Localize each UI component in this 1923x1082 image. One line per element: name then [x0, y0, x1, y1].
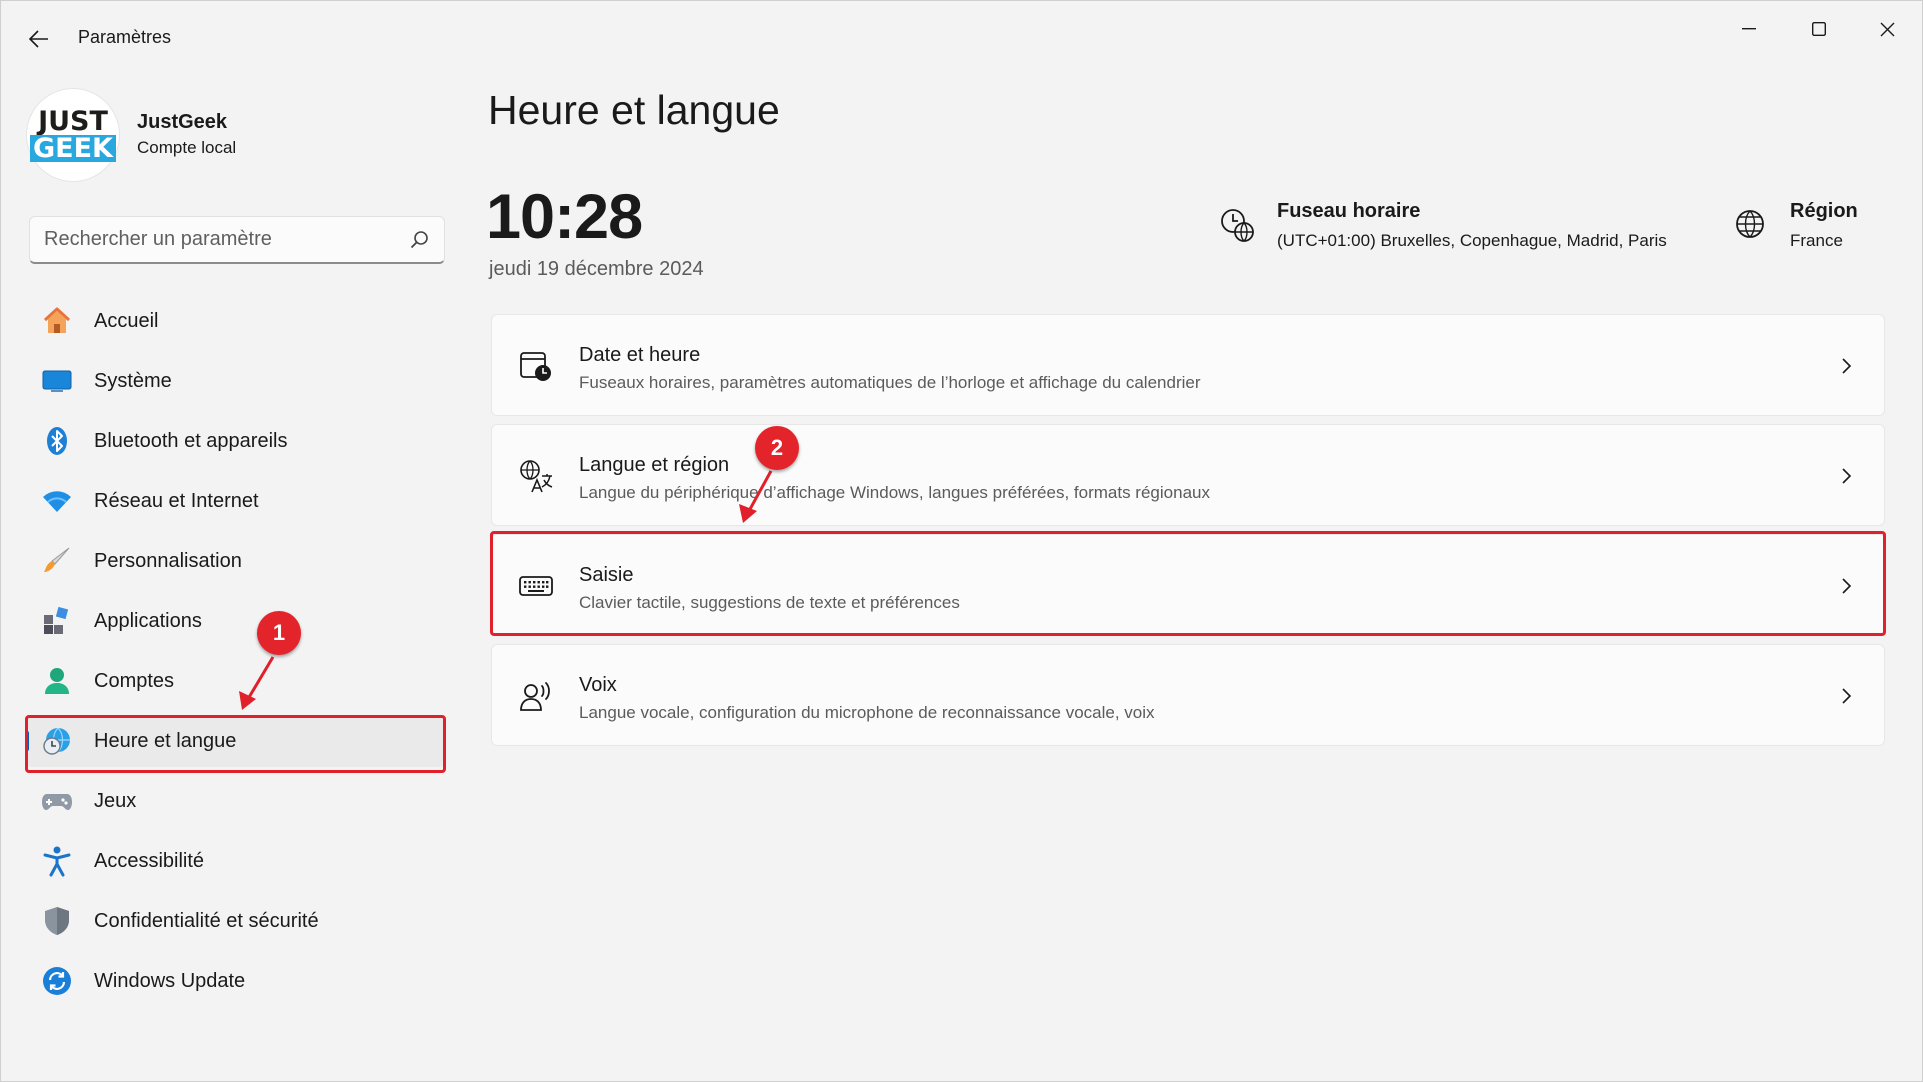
avatar[interactable]: JUST GEEK	[27, 89, 119, 181]
close-icon	[1880, 22, 1894, 36]
back-button[interactable]	[21, 21, 57, 57]
sidebar-item-label: Accessibilité	[94, 849, 205, 872]
shield-icon	[41, 905, 73, 937]
card-title: Langue et région	[579, 454, 730, 476]
bluetooth-icon	[41, 425, 73, 457]
region-value: France	[1790, 231, 1843, 250]
page-title: Heure et langue	[488, 87, 780, 133]
minimize-button[interactable]	[1721, 11, 1777, 47]
annotation-badge-2: 2	[755, 426, 799, 470]
highlight-card-saisie	[490, 531, 1886, 636]
card-subtitle: Langue vocale, configuration du micropho…	[579, 703, 1155, 722]
timezone-icon	[1221, 209, 1254, 242]
region-globe-icon	[1736, 210, 1764, 238]
sidebar-item-reseau[interactable]: Réseau et Internet	[25, 475, 445, 527]
card-title: Date et heure	[579, 344, 701, 366]
timezone-title: Fuseau horaire	[1277, 200, 1421, 222]
sidebar-item-label: Réseau et Internet	[94, 489, 259, 512]
card-title: Voix	[579, 674, 617, 696]
search-box	[29, 216, 445, 264]
language-icon	[520, 460, 553, 493]
sidebar-item-accessibilite[interactable]: Accessibilité	[25, 835, 445, 887]
highlight-sidebar-heure-et-langue	[25, 715, 446, 773]
profile-name: JustGeek	[137, 111, 228, 133]
card-langue-et-region[interactable]: Langue et région Langue du périphérique …	[491, 424, 1885, 526]
sidebar-item-jeux[interactable]: Jeux	[25, 775, 445, 827]
back-arrow-icon	[29, 30, 48, 48]
close-button[interactable]	[1859, 11, 1915, 47]
sidebar-item-label: Personnalisation	[94, 549, 242, 572]
minimize-icon	[1742, 28, 1756, 30]
sidebar-item-bluetooth[interactable]: Bluetooth et appareils	[25, 415, 445, 467]
sidebar-item-comptes[interactable]: Comptes	[25, 655, 445, 707]
gamepad-icon	[41, 785, 73, 817]
card-subtitle: Langue du périphérique d’affichage Windo…	[579, 483, 1210, 502]
logo-top-text: JUST	[38, 106, 108, 137]
accessibility-icon	[41, 845, 73, 877]
chevron-right-icon	[1842, 688, 1852, 704]
sidebar-item-label: Système	[94, 369, 172, 392]
timezone-value: (UTC+01:00) Bruxelles, Copenhague, Madri…	[1277, 231, 1667, 250]
voice-icon	[520, 682, 550, 711]
region-title: Région	[1790, 200, 1858, 222]
title-bar: Paramètres	[1, 1, 1922, 75]
logo-bottom-text: GEEK	[30, 135, 116, 162]
sidebar-item-personnalisation[interactable]: Personnalisation	[25, 535, 445, 587]
system-icon	[41, 365, 73, 397]
sidebar-item-systeme[interactable]: Système	[25, 355, 445, 407]
sidebar-item-accueil[interactable]: Accueil	[25, 295, 445, 347]
sidebar-item-windows-update[interactable]: Windows Update	[25, 955, 445, 1007]
chevron-right-icon	[1842, 468, 1852, 484]
settings-window: Paramètres JUST GEEK JustGeek Compte loc…	[0, 0, 1923, 1082]
sidebar-item-applications[interactable]: Applications	[25, 595, 445, 647]
search-icon[interactable]	[410, 230, 430, 250]
app-title: Paramètres	[78, 27, 172, 47]
sidebar-item-confidentialite[interactable]: Confidentialité et sécurité	[25, 895, 445, 947]
sidebar-item-label: Windows Update	[94, 969, 246, 992]
card-subtitle: Fuseaux horaires, paramètres automatique…	[579, 373, 1201, 392]
home-icon	[41, 305, 73, 337]
maximize-button[interactable]	[1791, 11, 1847, 47]
current-date: jeudi 19 décembre 2024	[489, 258, 704, 280]
annotation-badge-1: 1	[257, 611, 301, 655]
chevron-right-icon	[1842, 358, 1852, 374]
sidebar-item-label: Comptes	[94, 669, 175, 692]
card-voix[interactable]: Voix Langue vocale, configuration du mic…	[491, 644, 1885, 746]
current-time: 10:28	[486, 182, 643, 252]
sidebar-item-label: Jeux	[94, 789, 137, 812]
search-input[interactable]	[44, 217, 404, 261]
sidebar-nav: Accueil Système Bluetooth et appareils R…	[25, 295, 445, 1015]
brush-icon	[41, 545, 73, 577]
apps-icon	[41, 605, 73, 637]
sidebar-item-label: Bluetooth et appareils	[94, 429, 288, 452]
profile-account-type: Compte local	[137, 138, 237, 157]
update-icon	[41, 965, 73, 997]
card-date-et-heure[interactable]: Date et heure Fuseaux horaires, paramètr…	[491, 314, 1885, 416]
maximize-icon	[1812, 22, 1826, 36]
account-icon	[41, 665, 73, 697]
calendar-clock-icon	[520, 352, 551, 381]
sidebar-item-label: Applications	[94, 609, 202, 632]
sidebar-item-label: Confidentialité et sécurité	[94, 909, 319, 932]
sidebar-item-label: Accueil	[94, 309, 159, 332]
wifi-icon	[41, 485, 73, 517]
